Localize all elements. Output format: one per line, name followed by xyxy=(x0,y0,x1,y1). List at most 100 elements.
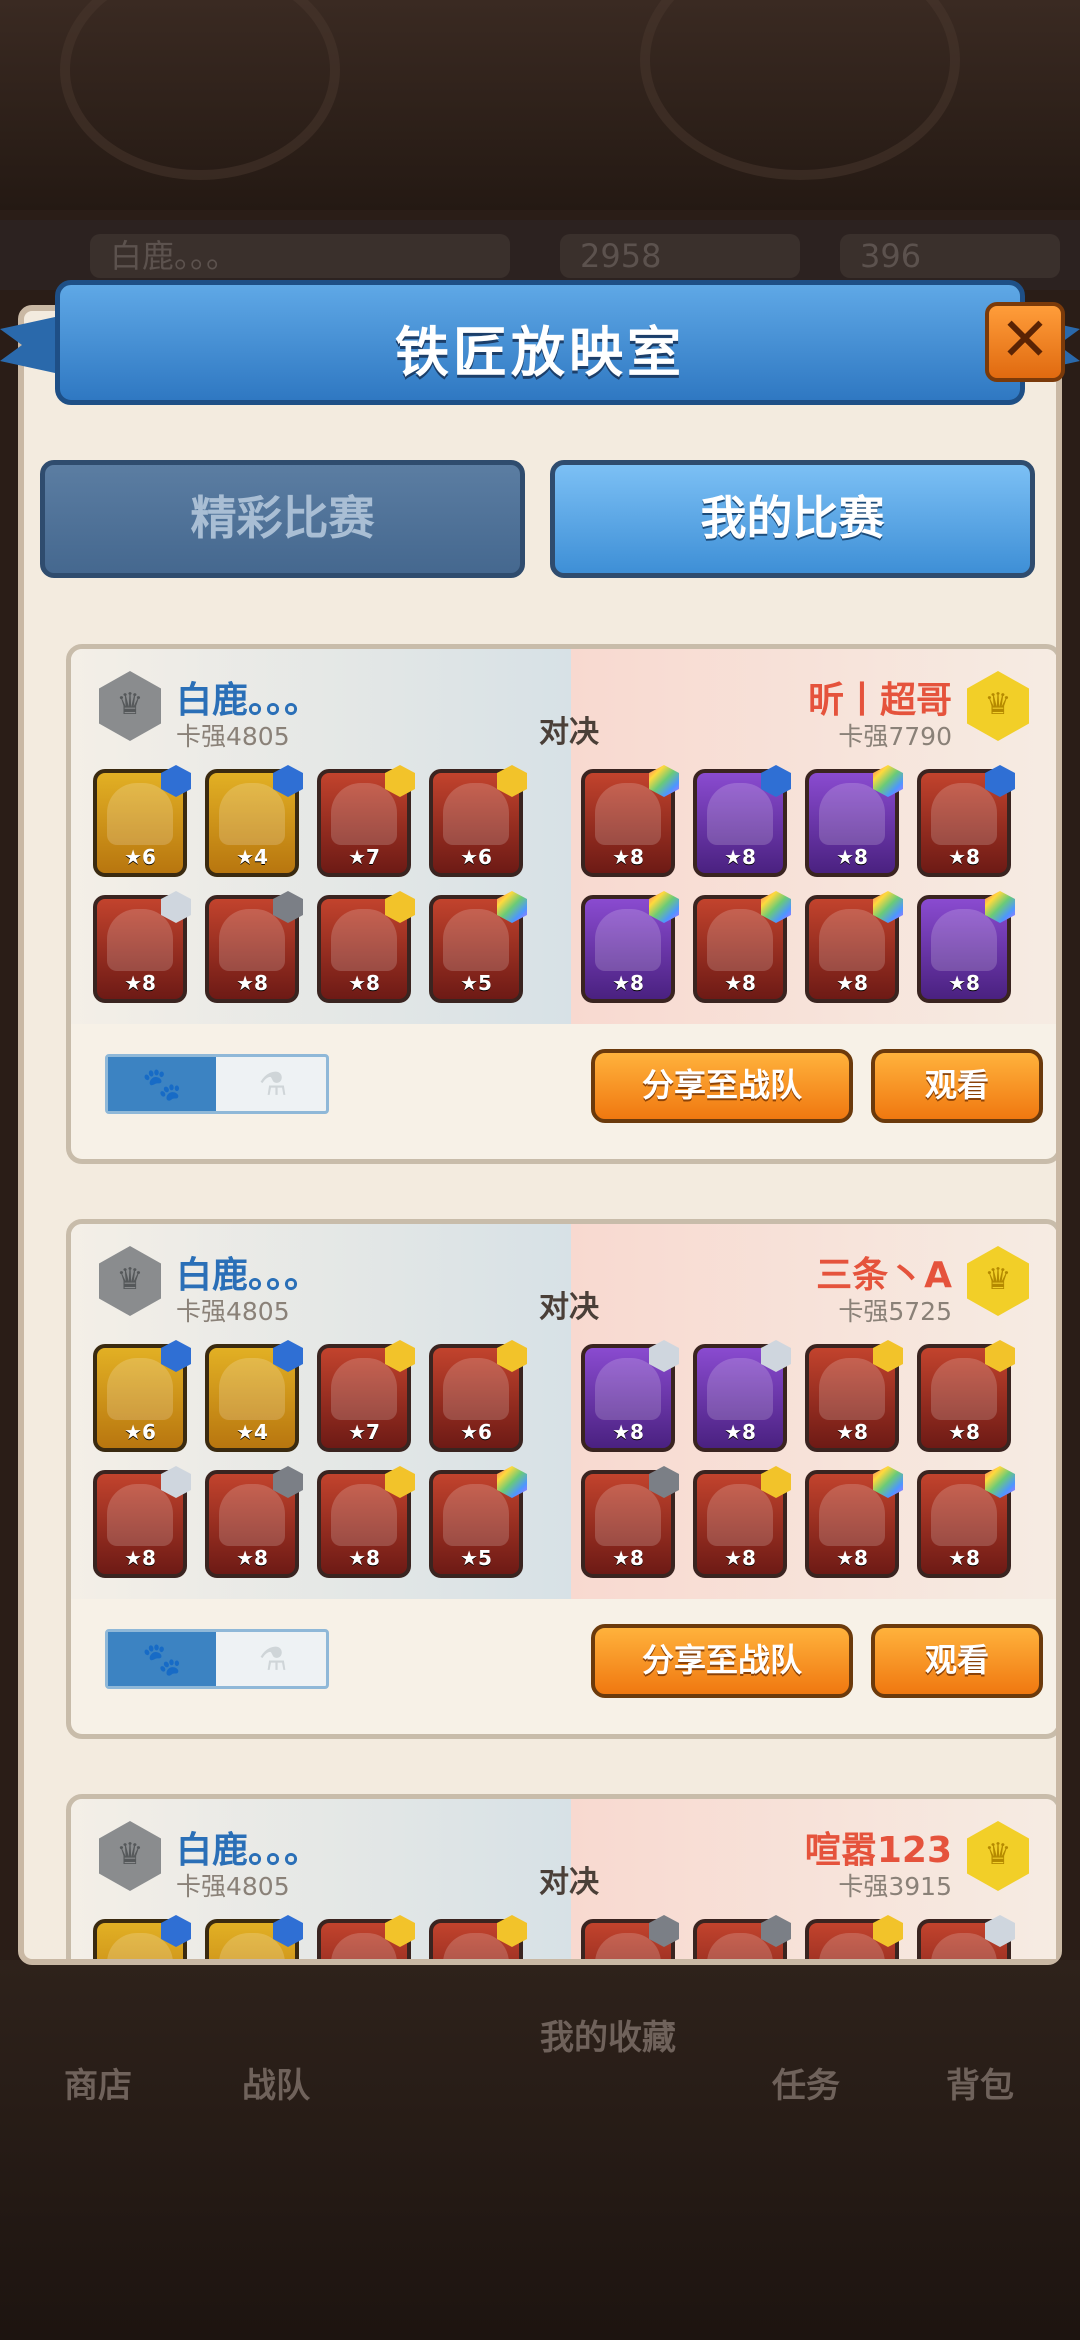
player-unit-card: ★4 xyxy=(205,765,303,877)
unit-star-level: ★6 xyxy=(124,1420,156,1444)
opponent-power: 卡强7790 xyxy=(838,722,952,751)
paw-icon[interactable]: 🐾 xyxy=(108,1632,216,1686)
hero-portrait xyxy=(107,783,173,845)
paw-icon[interactable]: 🐾 xyxy=(108,1057,216,1111)
opponent-unit-card: ★8 xyxy=(917,765,1015,877)
hero-portrait xyxy=(819,1358,885,1420)
opponent-name: 昕丨超哥 xyxy=(807,680,952,721)
nav-bag[interactable]: 背包 xyxy=(946,2058,1014,2107)
background-top xyxy=(0,0,1080,210)
player-unit-card xyxy=(317,1915,415,1959)
hero-portrait xyxy=(107,1484,173,1546)
unit-star-level: ★8 xyxy=(836,845,868,869)
match-card: ♛ 白鹿。。。 卡强4805 对决 喧嚣123 卡强3915 ♛ xyxy=(66,1794,1056,1959)
match-card: ♛ 白鹿。。。 卡强4805 对决 三条丶A 卡强5725 ♛ ★6 ★4 ★7… xyxy=(66,1219,1056,1739)
view-mode-toggle[interactable]: 🐾 ⚗ xyxy=(105,1054,329,1114)
hero-portrait xyxy=(443,909,509,971)
hero-portrait xyxy=(107,909,173,971)
player-unit-card: ★8 xyxy=(93,891,191,1003)
opponent-unit-card: ★8 xyxy=(693,765,791,877)
opponent-unit-card: ★8 xyxy=(917,1340,1015,1452)
tab-highlights[interactable]: 精彩比赛 xyxy=(40,460,525,578)
unit-star-level: ★8 xyxy=(124,1546,156,1570)
hero-portrait xyxy=(595,783,661,845)
nav-team[interactable]: 战队 xyxy=(242,2058,310,2107)
hero-portrait xyxy=(219,1358,285,1420)
player-unit-card: ★8 xyxy=(93,1466,191,1578)
player-unit-card: ★6 xyxy=(429,1340,527,1452)
title-banner: 铁匠放映室 xyxy=(0,270,1080,420)
nav-collection[interactable]: 我的收藏 xyxy=(540,2010,676,2059)
player-unit-card: ★5 xyxy=(429,1466,527,1578)
unit-star-level: ★6 xyxy=(460,1420,492,1444)
share-to-team-button[interactable]: 分享至战队 xyxy=(591,1049,853,1123)
hero-portrait xyxy=(219,909,285,971)
close-button[interactable]: ✕ xyxy=(985,302,1065,382)
opponent-unit-card: ★8 xyxy=(805,765,903,877)
view-mode-toggle[interactable]: 🐾 ⚗ xyxy=(105,1629,329,1689)
share-to-team-button[interactable]: 分享至战队 xyxy=(591,1624,853,1698)
nav-shop[interactable]: 商店 xyxy=(64,2058,132,2107)
unit-star-level: ★5 xyxy=(460,1546,492,1570)
player-power: 卡强4805 xyxy=(176,722,290,751)
player-unit-card: ★6 xyxy=(429,765,527,877)
hero-portrait xyxy=(707,783,773,845)
unit-star-level: ★8 xyxy=(948,971,980,995)
player-unit-card: ★8 xyxy=(317,1466,415,1578)
hero-portrait xyxy=(331,1484,397,1546)
hero-portrait xyxy=(819,909,885,971)
opponent-name: 三条丶A xyxy=(816,1255,952,1296)
versus-label: 对决 xyxy=(539,1865,599,1900)
flask-icon[interactable]: ⚗ xyxy=(220,1632,326,1686)
hero-portrait xyxy=(107,1358,173,1420)
bottom-nav: 商店 战队 我的收藏 任务 背包 xyxy=(0,2000,1080,2140)
unit-star-level: ★8 xyxy=(124,971,156,995)
unit-star-level: ★8 xyxy=(612,1420,644,1444)
unit-star-level: ★6 xyxy=(460,845,492,869)
opponent-unit-card: ★8 xyxy=(581,1340,679,1452)
unit-star-level: ★8 xyxy=(724,971,756,995)
player-unit-card: ★7 xyxy=(317,1340,415,1452)
unit-star-level: ★8 xyxy=(948,845,980,869)
unit-star-level: ★8 xyxy=(724,845,756,869)
opponent-unit-card: ★8 xyxy=(693,891,791,1003)
opponent-unit-card: ★8 xyxy=(805,891,903,1003)
hero-portrait xyxy=(595,909,661,971)
player-unit-card xyxy=(93,1915,191,1959)
tab-my-matches[interactable]: 我的比赛 xyxy=(550,460,1035,578)
opponent-unit-card: ★8 xyxy=(805,1340,903,1452)
unit-star-level: ★8 xyxy=(236,971,268,995)
hero-portrait xyxy=(443,1358,509,1420)
player-power: 卡强4805 xyxy=(176,1872,290,1901)
opponent-unit-card: ★8 xyxy=(917,891,1015,1003)
unit-star-level: ★8 xyxy=(948,1420,980,1444)
watch-button[interactable]: 观看 xyxy=(871,1049,1043,1123)
player-unit-card: ★5 xyxy=(429,891,527,1003)
unit-star-level: ★8 xyxy=(236,1546,268,1570)
player-name: 白鹿。。。 xyxy=(176,1830,321,1871)
player-unit-card: ★6 xyxy=(93,765,191,877)
nav-tasks[interactable]: 任务 xyxy=(772,2058,840,2107)
hero-portrait xyxy=(707,1358,773,1420)
player-unit-card: ★8 xyxy=(205,891,303,1003)
hero-portrait xyxy=(331,783,397,845)
player-unit-card xyxy=(429,1915,527,1959)
player-unit-card: ★8 xyxy=(317,891,415,1003)
versus-label: 对决 xyxy=(539,715,599,750)
opponent-unit-card: ★8 xyxy=(581,1466,679,1578)
unit-star-level: ★5 xyxy=(460,971,492,995)
unit-star-level: ★8 xyxy=(612,1546,644,1570)
unit-star-level: ★8 xyxy=(836,1546,868,1570)
watch-button[interactable]: 观看 xyxy=(871,1624,1043,1698)
hero-portrait xyxy=(331,1358,397,1420)
match-card: ♛ 白鹿。。。 卡强4805 对决 昕丨超哥 卡强7790 ♛ ★6 ★4 ★7… xyxy=(66,644,1056,1164)
opponent-power: 卡强5725 xyxy=(838,1297,952,1326)
unit-star-level: ★4 xyxy=(236,1420,268,1444)
flask-icon[interactable]: ⚗ xyxy=(220,1057,326,1111)
unit-star-level: ★7 xyxy=(348,1420,380,1444)
opponent-power: 卡强3915 xyxy=(838,1872,952,1901)
unit-star-level: ★8 xyxy=(348,971,380,995)
player-unit-card xyxy=(205,1915,303,1959)
hero-portrait xyxy=(331,909,397,971)
hero-portrait xyxy=(931,909,997,971)
